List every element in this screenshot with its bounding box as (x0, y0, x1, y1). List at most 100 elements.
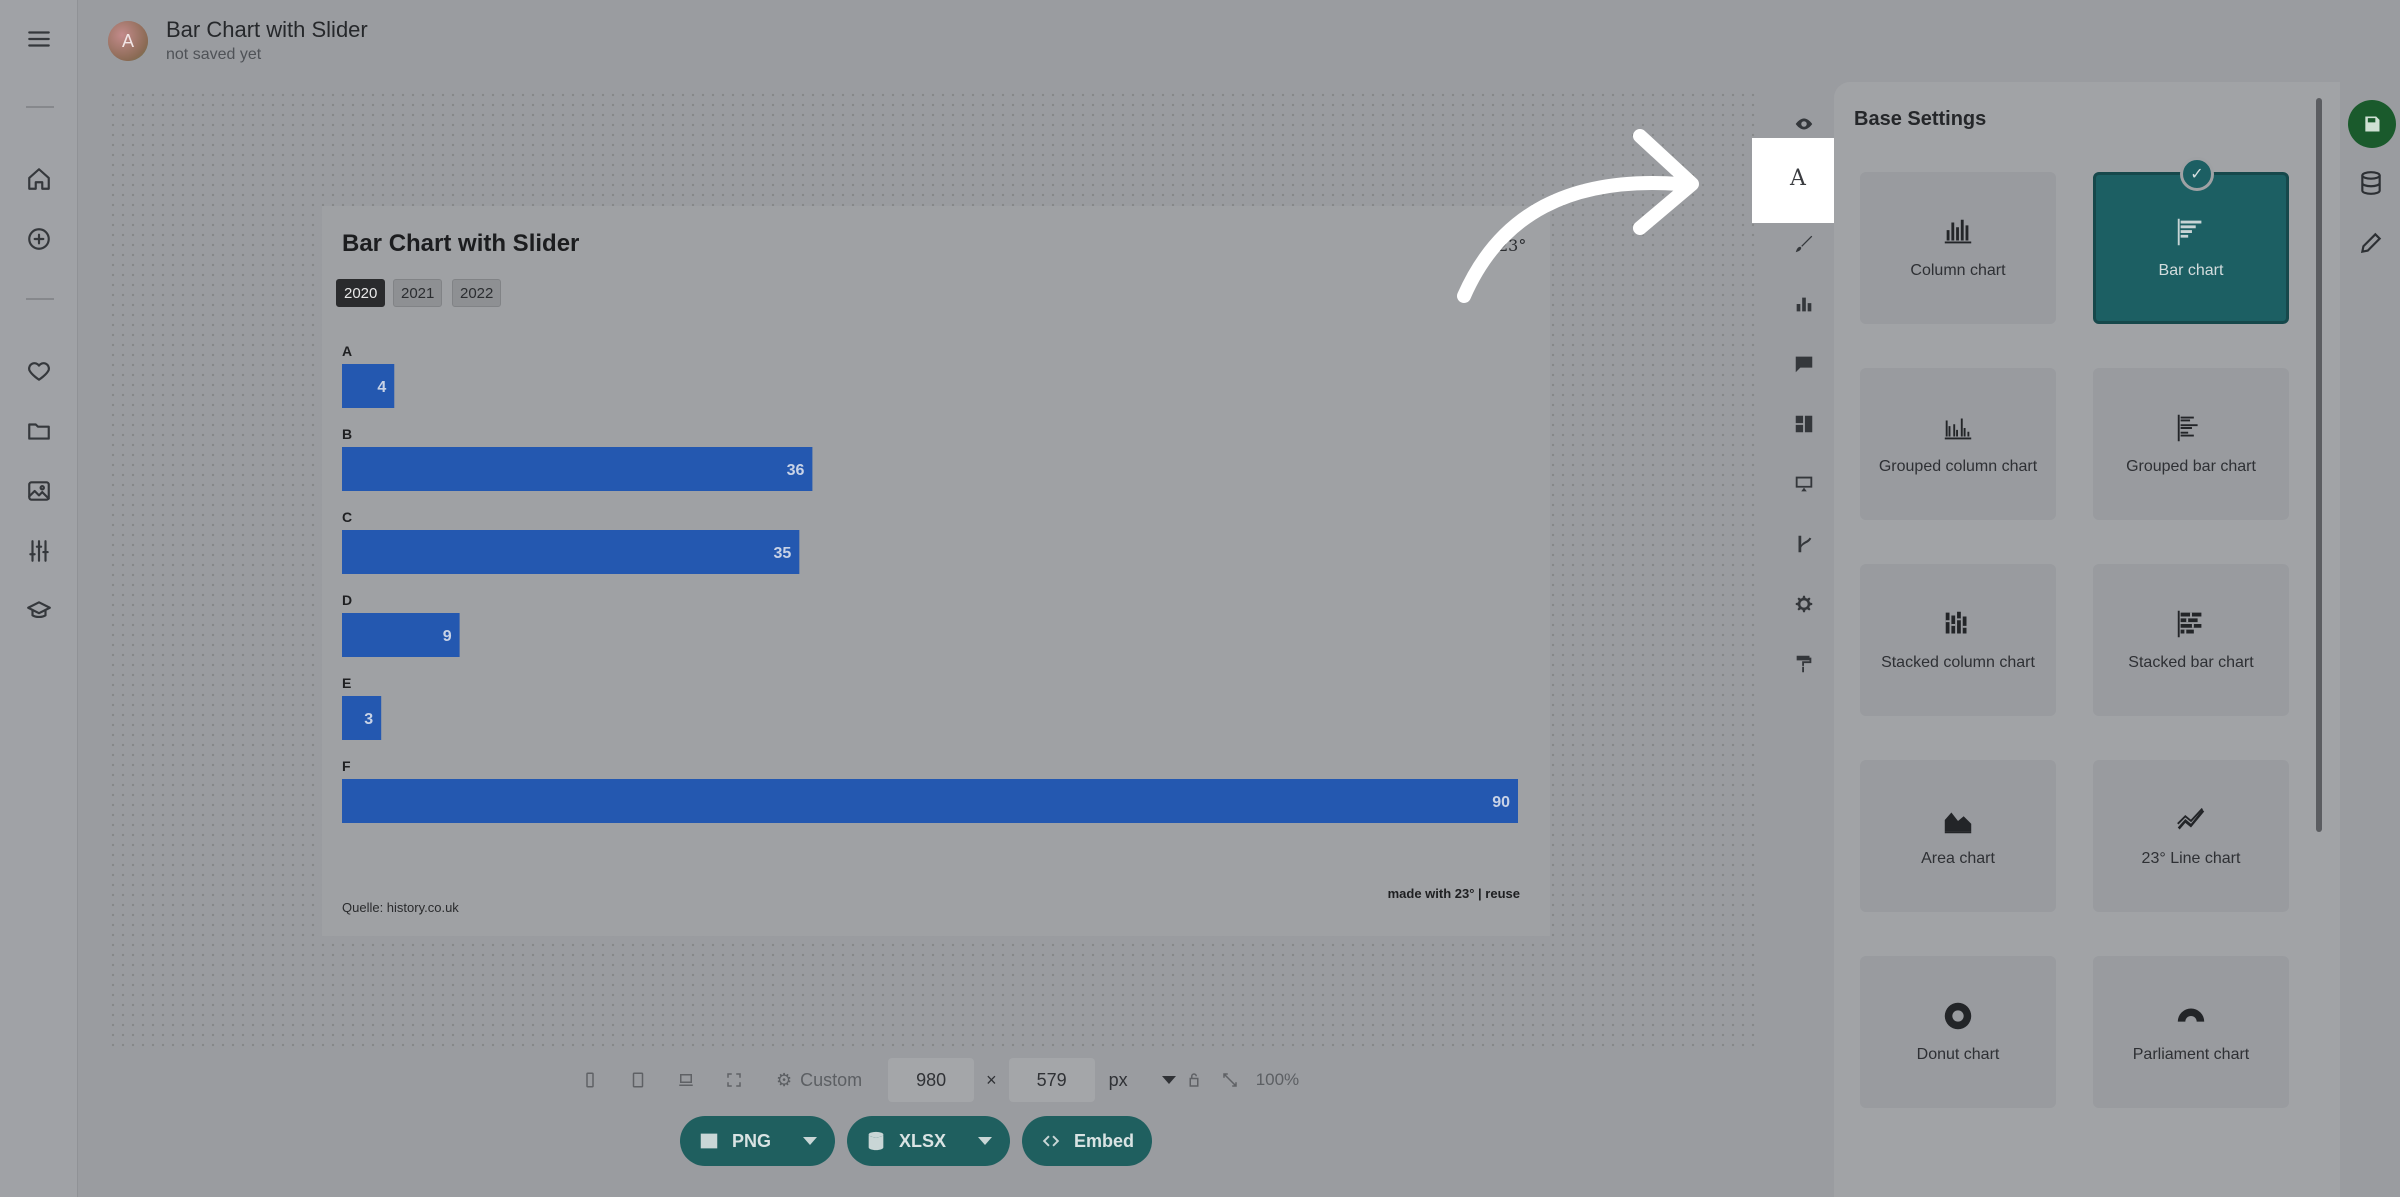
chart-type-label: Grouped column chart (1878, 458, 2038, 475)
export-png-button[interactable]: PNG (680, 1116, 836, 1166)
document-status: not saved yet (166, 46, 262, 63)
export-xlsx-button[interactable]: XLSX (847, 1116, 1011, 1166)
paint-roller-icon[interactable] (1778, 644, 1830, 684)
category-label: D (342, 592, 352, 608)
chart-type-bar-chart[interactable]: Bar chart ✓ (2093, 157, 2289, 324)
link-icon[interactable] (1176, 1058, 1212, 1102)
embed-label: Embed (1074, 1130, 1135, 1151)
brush-icon[interactable] (1778, 224, 1830, 264)
fullscreen-icon[interactable] (710, 1058, 758, 1102)
image-icon[interactable] (20, 472, 58, 510)
layout-icon[interactable] (1778, 404, 1830, 444)
chart-type-grouped-bar-chart[interactable]: Grouped bar chart (2093, 368, 2289, 520)
chart-type-stacked-column-chart[interactable]: Stacked column chart (1860, 564, 2056, 716)
chart-title: Bar Chart with Slider (342, 230, 580, 257)
chart-type-parliament-chart[interactable]: Parliament chart (2093, 956, 2289, 1108)
width-input[interactable]: 980 (888, 1058, 975, 1102)
header: A Bar Chart with Slider not saved yet A (78, 0, 2400, 82)
chart-type-label: Grouped bar chart (2126, 458, 2256, 475)
save-button[interactable] (2348, 100, 2396, 148)
branch-icon[interactable] (1778, 524, 1830, 564)
gear-icon[interactable] (1778, 584, 1830, 624)
data-label: 90 (1492, 794, 1510, 811)
data-label: 4 (377, 379, 386, 396)
chart-credit[interactable]: made with 23° | reuse (1388, 886, 1520, 901)
bar-chart: A 4 B 36 C 35 D 9 E 3 F 90 (342, 343, 1518, 823)
chart-type-column-chart[interactable]: Column chart (1860, 172, 2056, 324)
home-icon[interactable] (20, 160, 58, 198)
chart-type-label: Parliament chart (2132, 1046, 2250, 1063)
text-icon: A (1790, 166, 1806, 191)
sliders-icon[interactable] (20, 532, 58, 570)
bar-B[interactable] (342, 447, 813, 491)
zoom-level[interactable]: 100% (1256, 1070, 1299, 1090)
mobile-icon[interactable] (566, 1058, 614, 1102)
embed-button[interactable]: Embed (1022, 1116, 1153, 1166)
folder-icon[interactable] (20, 412, 58, 450)
unit-label: px (1108, 1069, 1128, 1090)
add-circle-icon[interactable] (20, 220, 58, 258)
category-label: F (342, 758, 351, 774)
chart-type-label: Column chart (1910, 262, 2006, 279)
bar-F[interactable] (342, 779, 1518, 823)
panel-title: Base Settings (1854, 108, 1987, 130)
tutorial-arrow (1457, 129, 1699, 303)
chart-type-area-chart[interactable]: Area chart (1860, 760, 2056, 912)
chevron-down-icon[interactable] (978, 1137, 993, 1145)
graduation-cap-icon[interactable] (20, 592, 58, 630)
comment-icon[interactable] (1778, 344, 1830, 384)
presentation-icon[interactable] (1778, 464, 1830, 504)
chevron-down-icon[interactable] (803, 1137, 818, 1145)
year-button-2020[interactable]: 2020 (336, 279, 386, 307)
code-icon (1042, 1135, 1060, 1147)
data-label: 35 (774, 545, 792, 562)
right-rail (2340, 82, 2400, 1197)
laptop-icon[interactable] (662, 1058, 710, 1102)
chart-type-donut-chart[interactable]: Donut chart (1860, 956, 2056, 1108)
category-label: C (342, 509, 352, 525)
chart-type-stacked-bar-chart[interactable]: Stacked bar chart (2093, 564, 2289, 716)
column-chart-icon (1944, 219, 1972, 244)
save-icon (2365, 116, 2380, 132)
year-button-2022[interactable]: 2022 (452, 279, 502, 307)
area-chart-icon (1944, 812, 1972, 834)
divider (26, 106, 54, 108)
settings-panel: Base Settings Column chart Bar chart ✓ Grou… (1834, 82, 2340, 1197)
database-icon[interactable] (2356, 168, 2386, 198)
xlsx-label: XLSX (899, 1130, 947, 1151)
bar-chart-icon (2177, 218, 2202, 246)
pencil-icon[interactable] (2356, 228, 2386, 258)
chart-type-grouped-column-chart[interactable]: Grouped column chart (1860, 368, 2056, 520)
height-input[interactable]: 579 (1008, 1058, 1095, 1102)
bar-C[interactable] (342, 530, 800, 574)
data-label: 3 (364, 711, 373, 728)
heart-icon[interactable] (20, 352, 58, 390)
divider (26, 298, 54, 300)
tablet-icon[interactable] (614, 1058, 662, 1102)
chart-type-label: 23° Line chart (2141, 850, 2241, 867)
size-toolbar: ⚙ Custom 980 × 579 px 100% (566, 1058, 1299, 1102)
bar-E[interactable] (342, 696, 382, 740)
data-label: 9 (443, 628, 452, 645)
data-label: 36 (787, 462, 805, 479)
stacked-bar-chart-icon (2177, 610, 2202, 638)
document-title[interactable]: Bar Chart with Slider (166, 17, 368, 43)
times-sign: × (986, 1069, 997, 1090)
chart-source: Quelle: history.co.uk (342, 900, 459, 915)
chart-type-23-line-chart[interactable]: 23° Line chart (2093, 760, 2289, 912)
resize-icon[interactable] (1212, 1058, 1248, 1102)
donut-chart-icon (1944, 1002, 1972, 1030)
chart-type-label: Area chart (1921, 850, 1995, 867)
unit-dropdown-icon[interactable] (1161, 1076, 1176, 1084)
panel-scrollbar[interactable] (2316, 98, 2322, 832)
left-sidebar (0, 0, 78, 1197)
user-avatar[interactable]: A (108, 21, 148, 61)
menu-icon[interactable] (20, 20, 58, 58)
preset-selector[interactable]: ⚙ Custom (776, 1070, 862, 1091)
chart-type-label: Stacked column chart (1881, 654, 2035, 671)
gear-icon: ⚙ (776, 1069, 793, 1090)
bar-A[interactable] (342, 364, 395, 408)
bar-chart-icon[interactable] (1778, 284, 1830, 324)
png-label: PNG (732, 1130, 772, 1151)
year-button-2021[interactable]: 2021 (393, 279, 443, 307)
